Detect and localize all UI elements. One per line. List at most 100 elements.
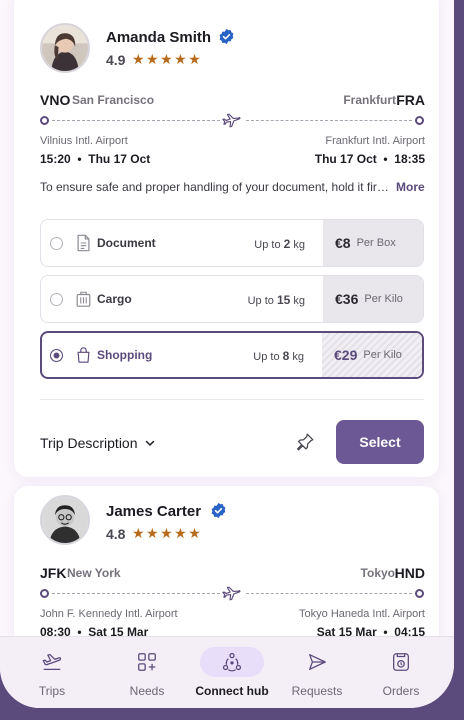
- nav-icon-wrap: [369, 647, 433, 677]
- verified-badge-icon: [219, 28, 234, 45]
- option-weight-limit: Up to 2 kg: [254, 237, 305, 251]
- option-radio[interactable]: [50, 293, 63, 306]
- origin-code: VNO: [40, 92, 71, 108]
- nav-item-needs[interactable]: Needs: [102, 637, 192, 708]
- nav-label: Orders: [382, 684, 420, 698]
- plane-takeoff-icon: [42, 653, 62, 670]
- bottom-nav: Trips Needs Connect hub Requests Orders: [0, 636, 454, 708]
- nav-icon-wrap: [115, 647, 179, 677]
- document-icon: [77, 234, 90, 252]
- option-weight-limit: Up to 8 kg: [253, 349, 304, 363]
- nav-item-requests[interactable]: Requests: [272, 637, 362, 708]
- card-divider: [40, 399, 424, 400]
- package-option-shopping[interactable]: Shopping Up to 8 kg €29 Per Kilo: [40, 331, 424, 379]
- pin-icon[interactable]: [294, 431, 316, 453]
- price-unit: Per Box: [356, 237, 396, 249]
- traveler-avatar[interactable]: [40, 495, 90, 545]
- price-amount: €36: [335, 291, 359, 307]
- limit-value: 2: [283, 237, 291, 251]
- origin-dot: [40, 116, 49, 125]
- orders-icon: [393, 653, 409, 671]
- traveler-avatar[interactable]: [40, 23, 90, 73]
- route-dash: [52, 593, 220, 594]
- destination-dot: [415, 589, 424, 598]
- option-price: €36 Per Kilo: [323, 276, 423, 322]
- select-button[interactable]: Select: [336, 420, 424, 464]
- destination-airport: Frankfurt Intl. Airport: [325, 135, 425, 147]
- verified-badge-icon: [211, 502, 226, 519]
- origin-dot: [40, 589, 49, 598]
- nav-item-orders[interactable]: Orders: [356, 637, 446, 708]
- app-screen: Amanda Smith 4.9 ★★★★★ VNO San Francisco…: [0, 0, 454, 708]
- price-amount: €8: [335, 235, 351, 251]
- limit-unit: kg: [292, 351, 304, 363]
- arrival-time-value: 18:35: [394, 152, 425, 166]
- trip-description-toggle[interactable]: Trip Description: [40, 435, 156, 451]
- option-label: Cargo: [97, 292, 132, 306]
- departure-time-value: 15:20: [40, 152, 71, 166]
- grid-plus-icon: [138, 653, 156, 671]
- destination-airport: Tokyo Haneda Intl. Airport: [299, 608, 425, 620]
- plane-icon: [222, 113, 241, 128]
- limit-unit: kg: [293, 239, 305, 251]
- trip-description-label: Trip Description: [40, 435, 138, 451]
- origin-airport: John F. Kennedy Intl. Airport: [40, 608, 178, 620]
- traveler-name: Amanda Smith: [106, 29, 212, 46]
- price-amount: €29: [334, 347, 358, 363]
- departure-date-value: Thu 17 Oct: [88, 152, 151, 166]
- traveler-rating: 4.8: [106, 526, 126, 542]
- more-link[interactable]: More: [396, 180, 425, 194]
- handling-note: To ensure safe and proper handling of yo…: [40, 180, 389, 194]
- route-dash: [246, 120, 412, 121]
- plane-icon: [222, 586, 241, 601]
- origin-city: San Francisco: [72, 93, 155, 107]
- nav-label: Requests: [291, 684, 343, 698]
- rating-stars: ★★★★★: [132, 525, 203, 541]
- option-price: €29 Per Kilo: [322, 333, 422, 377]
- nav-label: Trips: [38, 684, 66, 698]
- option-label: Document: [97, 236, 156, 250]
- destination-city: Frankfurt: [343, 93, 396, 107]
- package-option-document[interactable]: Document Up to 2 kg €8 Per Box: [40, 219, 424, 267]
- destination-city: Tokyo: [360, 566, 395, 580]
- hub-icon: [222, 652, 242, 672]
- price-unit: Per Kilo: [363, 349, 402, 361]
- limit-value: 15: [276, 293, 291, 307]
- package-option-cargo[interactable]: Cargo Up to 15 kg €36 Per Kilo: [40, 275, 424, 323]
- traveler-rating: 4.9: [106, 52, 126, 68]
- option-weight-limit: Up to 15 kg: [248, 293, 305, 307]
- trip-offer-card[interactable]: Amanda Smith 4.9 ★★★★★ VNO San Francisco…: [14, 0, 439, 477]
- route-dash: [52, 120, 220, 121]
- nav-item-trips[interactable]: Trips: [7, 637, 97, 708]
- nav-icon-wrap-active: [200, 647, 264, 677]
- price-unit: Per Kilo: [364, 293, 403, 305]
- option-radio[interactable]: [50, 237, 63, 250]
- send-icon: [309, 654, 326, 670]
- destination-dot: [415, 116, 424, 125]
- rating-stars: ★★★★★: [132, 51, 203, 67]
- departure-time: 15:20 • Thu 17 Oct: [40, 152, 151, 166]
- cargo-icon: [76, 291, 91, 307]
- destination-code: HND: [394, 565, 425, 581]
- route-line: [40, 113, 424, 128]
- limit-prefix: Up to: [254, 239, 281, 251]
- nav-label: Needs: [129, 684, 165, 698]
- nav-label: Connect hub: [195, 684, 269, 698]
- limit-unit: kg: [293, 295, 305, 307]
- arrival-date-value: Thu 17 Oct: [314, 152, 377, 166]
- destination-code: FRA: [396, 92, 425, 108]
- origin-airport: Vilnius Intl. Airport: [40, 135, 128, 147]
- nav-item-connect-hub[interactable]: Connect hub: [187, 637, 277, 708]
- origin-code: JFK: [40, 565, 67, 581]
- option-price: €8 Per Box: [323, 220, 423, 266]
- arrival-time: Thu 17 Oct • 18:35: [314, 152, 425, 166]
- limit-prefix: Up to: [253, 351, 280, 363]
- limit-value: 8: [282, 349, 290, 363]
- shopping-bag-icon: [77, 347, 90, 363]
- option-radio-selected[interactable]: [50, 349, 63, 362]
- route-line: [40, 586, 424, 601]
- origin-city: New York: [67, 566, 121, 580]
- nav-icon-wrap: [285, 647, 349, 677]
- route-dash: [246, 593, 412, 594]
- nav-icon-wrap: [20, 647, 84, 677]
